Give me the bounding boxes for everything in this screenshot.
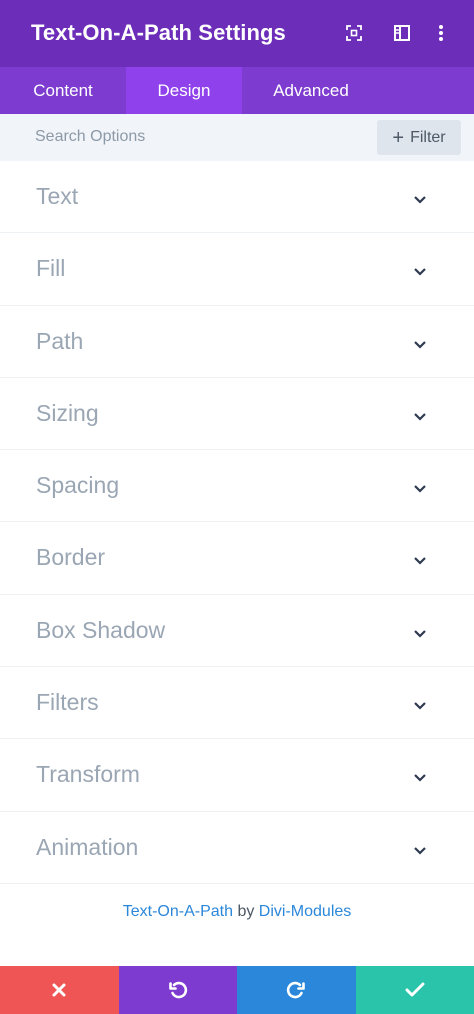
action-bar xyxy=(0,966,474,1014)
toggle-label: Text xyxy=(36,183,79,209)
filter-button[interactable]: + Filter xyxy=(377,120,461,155)
author-link[interactable]: Divi-Modules xyxy=(259,903,351,920)
chevron-down-icon xyxy=(414,557,426,566)
more-vertical-icon[interactable] xyxy=(429,21,453,45)
toggle-label: Path xyxy=(36,327,84,354)
redo-icon xyxy=(287,981,306,999)
chevron-down-icon xyxy=(414,340,426,349)
toggle-border[interactable]: Border xyxy=(0,522,474,595)
toggle-path[interactable]: Path xyxy=(0,306,474,378)
tab-content[interactable]: Content xyxy=(0,67,126,114)
toggle-label: Animation xyxy=(36,833,139,860)
toggle-label: Box Shadow xyxy=(36,616,166,643)
chevron-down-icon xyxy=(414,630,426,638)
option-groups: Text Fill Path Sizing Spacing Border Box… xyxy=(0,161,474,884)
toggle-transform[interactable]: Transform xyxy=(0,739,474,812)
credit-by: by xyxy=(237,903,255,920)
tab-design[interactable]: Design xyxy=(126,67,242,114)
toggle-fill[interactable]: Fill xyxy=(0,233,474,306)
toggle-label: Transform xyxy=(36,761,140,788)
close-icon xyxy=(52,983,66,997)
check-icon xyxy=(405,982,425,997)
expand-icon[interactable] xyxy=(342,21,366,45)
chevron-down-icon xyxy=(414,268,426,276)
toggle-sizing[interactable]: Sizing xyxy=(0,378,474,451)
chevron-down-icon xyxy=(414,413,426,421)
sidebar-layout-icon[interactable] xyxy=(390,21,414,45)
toggle-animation[interactable]: Animation xyxy=(0,812,474,884)
save-button[interactable] xyxy=(355,966,474,1014)
toggle-label: Fill xyxy=(36,255,66,282)
chevron-down-icon xyxy=(414,485,426,493)
toggle-box-shadow[interactable]: Box Shadow xyxy=(0,595,474,668)
toggle-spacing[interactable]: Spacing xyxy=(0,450,474,523)
chevron-down-icon xyxy=(414,846,426,855)
module-credit: Text-On-A-Path by Divi-Modules xyxy=(0,903,474,921)
module-link[interactable]: Text-On-A-Path xyxy=(123,903,233,920)
undo-icon xyxy=(168,981,187,999)
cancel-button[interactable] xyxy=(0,966,119,1014)
chevron-down-icon xyxy=(414,196,426,204)
tab-advanced[interactable]: Advanced xyxy=(242,67,380,114)
modal-title: Text-On-A-Path Settings xyxy=(31,20,286,45)
toggle-label: Border xyxy=(36,544,106,571)
settings-header: Text-On-A-Path Settings xyxy=(0,0,474,67)
toggle-text[interactable]: Text xyxy=(0,161,474,234)
tab-bar: Content Design Advanced xyxy=(0,67,474,114)
chevron-down-icon xyxy=(414,702,426,710)
toggle-filters[interactable]: Filters xyxy=(0,667,474,740)
plus-icon: + xyxy=(392,126,405,149)
toggle-label: Sizing xyxy=(36,399,99,426)
search-input[interactable] xyxy=(18,120,358,154)
redo-button[interactable] xyxy=(237,966,356,1014)
undo-button[interactable] xyxy=(118,966,237,1014)
filter-label: Filter xyxy=(410,128,446,146)
toggle-label: Spacing xyxy=(36,472,120,499)
chevron-down-icon xyxy=(414,774,426,782)
toggle-label: Filters xyxy=(36,689,99,716)
